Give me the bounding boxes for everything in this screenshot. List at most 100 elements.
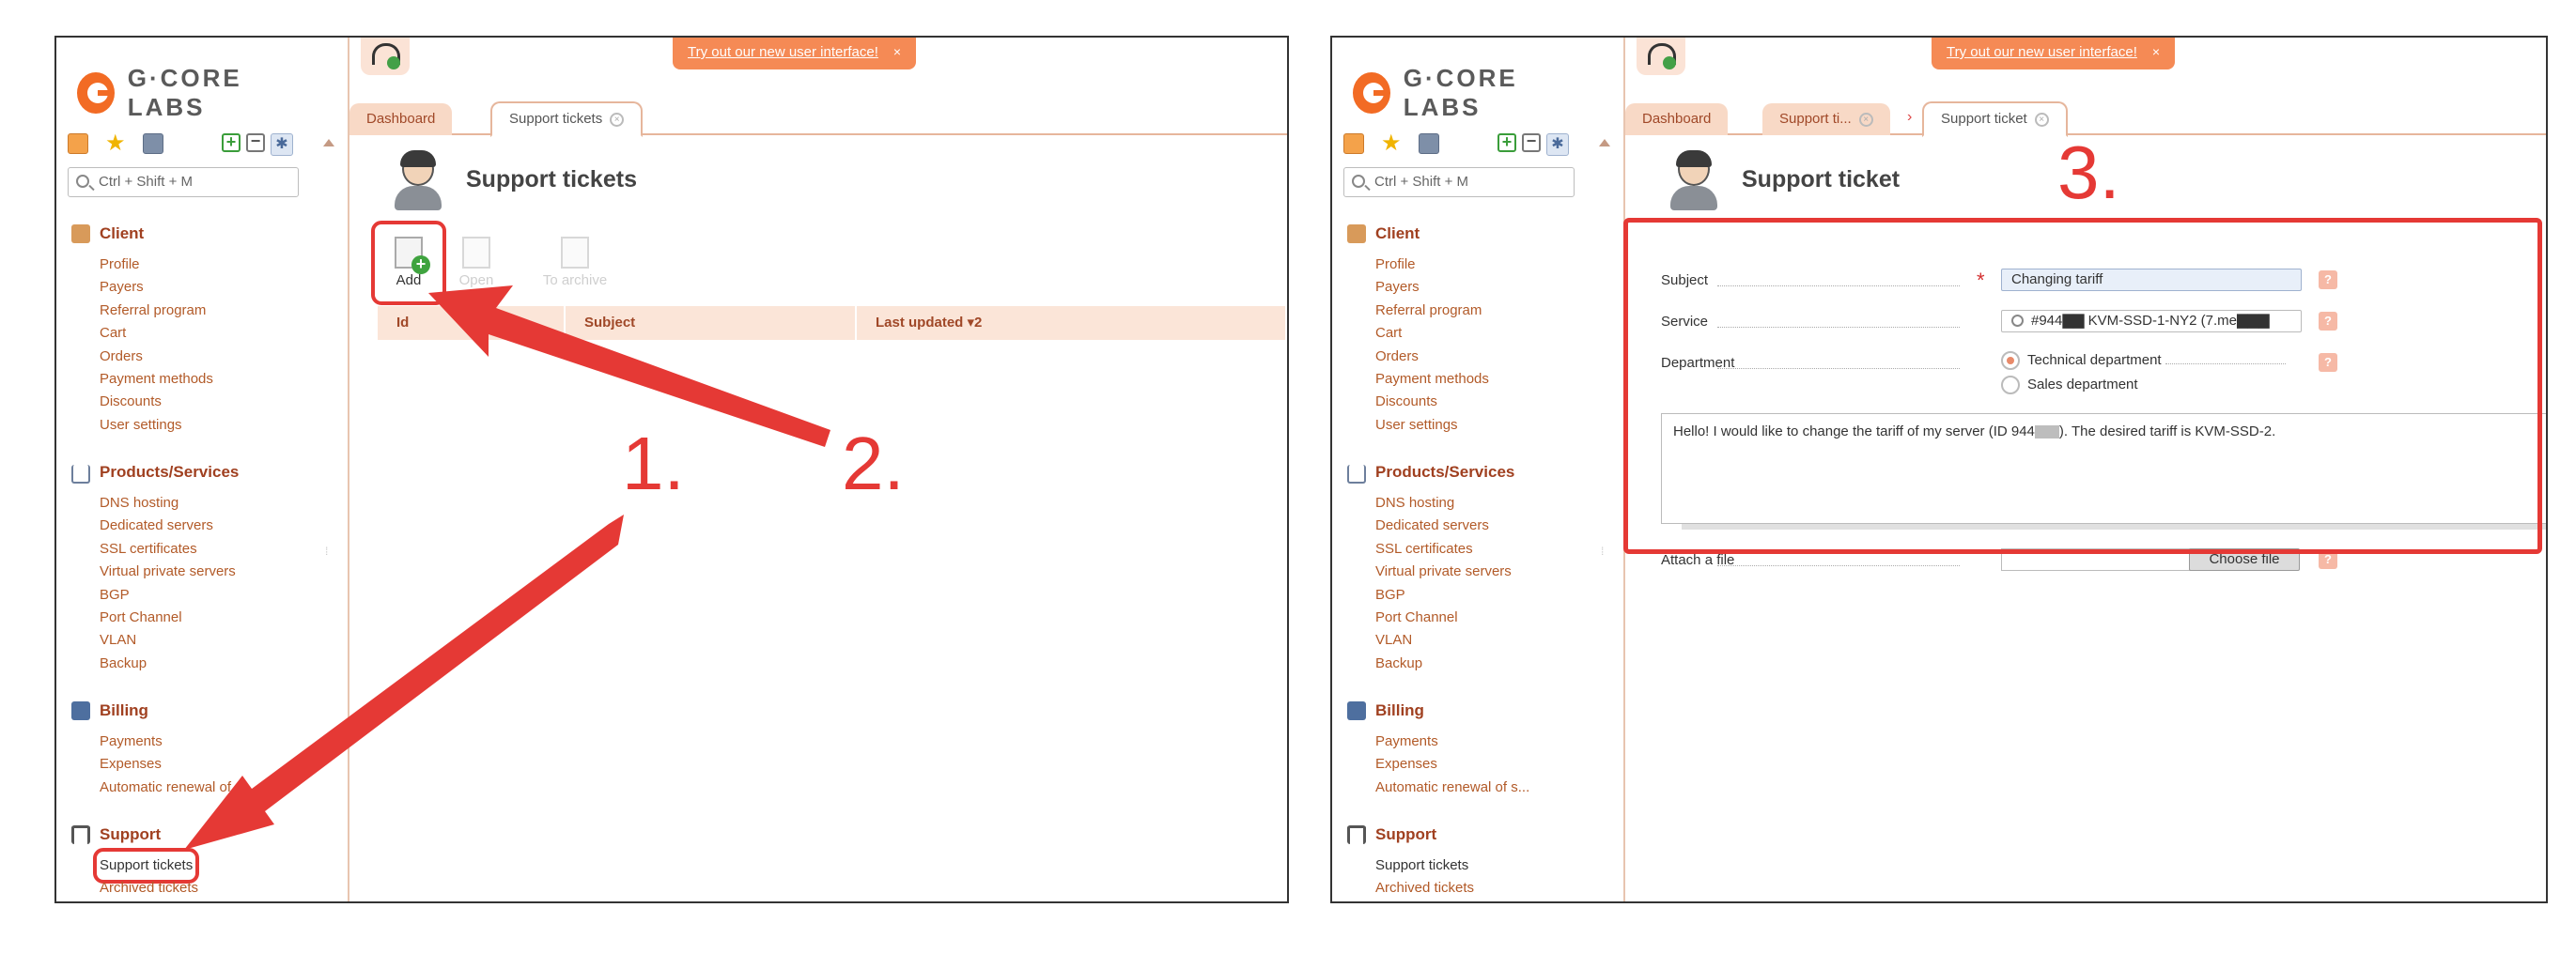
tab-dashboard[interactable]: Dashboard [1625,103,1729,135]
support-tickets-highlight[interactable]: Support tickets [92,848,200,884]
add-button[interactable]: Add [371,221,446,305]
menu-item-port-channel[interactable]: Port Channel [1375,607,1514,629]
column-subject[interactable]: Subject [566,306,857,340]
sidebar-splitter[interactable]: ⁞ [310,38,349,901]
menu-item-orders[interactable]: Orders [1375,346,1489,368]
menu-item-expenses[interactable]: Expenses [1375,753,1529,776]
menu-item-ssl-certificates[interactable]: SSL certificates [100,538,239,561]
menu-item-referral-program[interactable]: Referral program [1375,300,1489,322]
support-status-icon[interactable] [361,38,410,75]
menu-item-vlan[interactable]: VLAN [100,629,239,652]
column-id[interactable]: Id [378,306,566,340]
tab-support-ticket[interactable]: Support ticket × [1922,101,2068,137]
gcore-logo[interactable]: G·CORE LABS [1353,64,1586,122]
menu-item-backup[interactable]: Backup [1375,653,1514,675]
tab-dashboard[interactable]: Dashboard [349,103,453,135]
menu-item-payments[interactable]: Payments [1375,731,1529,753]
collapse-all-icon[interactable]: − [246,132,265,152]
open-button[interactable]: Open [445,227,507,299]
menu-item-profile[interactable]: Profile [1375,254,1489,276]
menu-item-dns-hosting[interactable]: DNS hosting [1375,492,1514,515]
pin-icon[interactable]: ✱ [271,133,293,156]
menu-item-vlan[interactable]: VLAN [1375,629,1514,652]
menu-item-auto-renewal[interactable]: Automatic renewal of s... [1375,777,1529,799]
menu-group-title[interactable]: Client [1375,224,1420,243]
menu-item-payers[interactable]: Payers [1375,276,1489,299]
menu-item-profile[interactable]: Profile [100,254,213,276]
pin-icon[interactable]: ✱ [1546,133,1569,156]
edit-icon [462,237,490,269]
promo-link[interactable]: Try out our new user interface! [1947,44,2137,60]
gcore-logo[interactable]: G·CORE LABS [77,64,310,122]
menu-item-bgp[interactable]: BGP [100,584,239,607]
support-agent-icon [1665,148,1721,210]
menu-item-auto-renewal[interactable]: Automatic renewal of s [100,777,242,799]
tab-support-tickets[interactable]: Support ti... × [1762,103,1890,135]
menu-item-dedicated-servers[interactable]: Dedicated servers [1375,515,1514,537]
to-archive-button[interactable]: To archive [530,227,620,299]
menu-item-cart[interactable]: Cart [100,322,213,345]
close-tab-icon[interactable]: × [610,112,625,127]
briefcase-icon[interactable] [143,133,163,154]
menu-item-bgp[interactable]: BGP [1375,584,1514,607]
menu-item-backup[interactable]: Backup [100,653,239,675]
menu-item-cart[interactable]: Cart [1375,322,1489,345]
support-agent-icon [389,148,445,210]
menu-group-title[interactable]: Billing [1375,701,1424,720]
menu-item-port-channel[interactable]: Port Channel [100,607,239,629]
chevron-right-icon: › [1907,109,1913,125]
close-icon[interactable]: × [893,44,901,59]
promo-banner[interactable]: Try out our new user interface! × [1932,38,2176,69]
menu-item-vps[interactable]: Virtual private servers [1375,561,1514,583]
tree-icon[interactable] [68,133,88,154]
tree-icon[interactable] [1343,133,1364,154]
sidebar-splitter[interactable]: ⁞ [1586,38,1625,901]
menu-item-support-tickets[interactable]: Support tickets [92,848,200,884]
close-tab-icon[interactable]: × [1858,112,1873,127]
promo-link[interactable]: Try out our new user interface! [688,44,878,60]
menu-group-title[interactable]: Client [100,224,144,243]
collapse-all-icon[interactable]: − [1522,132,1541,152]
scroll-up-icon[interactable] [323,139,334,146]
menu-item-archived-tickets[interactable]: Archived tickets [1375,877,1474,900]
menu-group-title[interactable]: Billing [100,701,148,720]
column-last-updated[interactable]: Last updated ▾2 [857,306,1287,340]
menu-group-title[interactable]: Support [100,825,161,844]
menu-item-archived-tickets[interactable]: Archived tickets [100,877,198,900]
menu-item-payers[interactable]: Payers [100,276,213,299]
tab-support-tickets[interactable]: Support tickets × [490,101,644,137]
step-3-label: 3. [2057,131,2120,214]
expand-all-icon[interactable]: + [1497,133,1516,152]
menu-item-ssl-certificates[interactable]: SSL certificates [1375,538,1514,561]
menu-item-dedicated-servers[interactable]: Dedicated servers [100,515,239,537]
close-icon[interactable]: × [2152,44,2160,59]
star-icon[interactable]: ★ [105,132,126,155]
menu-search-input[interactable]: Ctrl + Shift + M [68,167,299,197]
support-status-icon[interactable] [1637,38,1685,75]
menu-item-payment-methods[interactable]: Payment methods [100,368,213,391]
menu-item-orders[interactable]: Orders [100,346,213,368]
menu-item-discounts[interactable]: Discounts [1375,391,1489,413]
menu-item-payment-methods[interactable]: Payment methods [1375,368,1489,391]
scroll-up-icon[interactable] [1599,139,1610,146]
close-tab-icon[interactable]: × [2034,112,2049,127]
menu-item-payments[interactable]: Payments [100,731,242,753]
menu-group-title[interactable]: Support [1375,825,1436,844]
menu-group-title[interactable]: Products/Services [100,463,239,482]
menu-item-user-settings[interactable]: User settings [1375,414,1489,437]
menu-item-discounts[interactable]: Discounts [100,391,213,413]
menu-item-referral-program[interactable]: Referral program [100,300,213,322]
menu-item-dns-hosting[interactable]: DNS hosting [100,492,239,515]
menu-item-expenses[interactable]: Expenses [100,753,242,776]
star-icon[interactable]: ★ [1381,132,1402,155]
promo-banner[interactable]: Try out our new user interface! × [673,38,917,69]
add-label: Add [396,272,422,288]
menu-search-input[interactable]: Ctrl + Shift + M [1343,167,1575,197]
expand-all-icon[interactable]: + [222,133,241,152]
menu-item-vps[interactable]: Virtual private servers [100,561,239,583]
menu-item-support-tickets[interactable]: Support tickets [1375,854,1474,877]
menu-item-user-settings[interactable]: User settings [100,414,213,437]
briefcase-icon[interactable] [1419,133,1439,154]
menu-group-client: Client Profile Payers Referral program C… [71,222,213,437]
menu-group-title[interactable]: Products/Services [1375,463,1514,482]
